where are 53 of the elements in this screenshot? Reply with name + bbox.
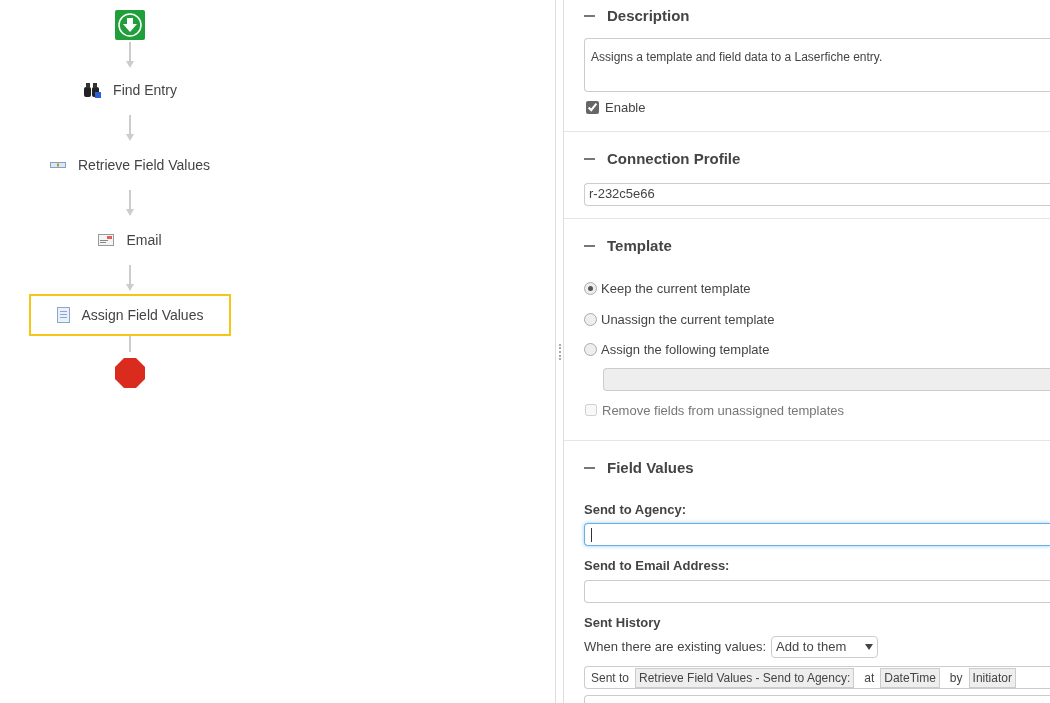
activity-label: Assign Field Values xyxy=(81,305,204,325)
enable-checkbox[interactable] xyxy=(586,100,599,114)
connector-arrow xyxy=(126,189,134,216)
start-icon[interactable] xyxy=(115,10,145,40)
section-title: Field Values xyxy=(607,458,694,478)
activity-label: Retrieve Field Values xyxy=(78,155,210,175)
collapse-icon[interactable] xyxy=(584,244,595,247)
activity-node[interactable]: Find Entry xyxy=(29,69,231,111)
checkbox-label: Remove fields from unassigned templates xyxy=(602,401,845,420)
description-field[interactable]: Assigns a template and field data to a Laserfiche entry. xyxy=(584,37,1050,92)
radio-label: Unassign the current template xyxy=(601,310,775,329)
token-text: Sent to xyxy=(590,669,630,687)
binoculars-icon xyxy=(83,82,102,98)
existing-values-label: When there are existing values: xyxy=(584,638,767,657)
field-label: Send to Agency: xyxy=(584,500,688,519)
sent-history-field[interactable]: Sent to Retrieve Field Values - Send to Agency: at DateTime by Initiator xyxy=(584,666,1050,689)
section-title: Template xyxy=(607,235,672,256)
token-text: by xyxy=(948,669,963,687)
radio-label: Assign the following template xyxy=(601,341,770,359)
text-field[interactable] xyxy=(584,579,1050,603)
envelope-icon xyxy=(98,234,115,246)
activity-label: Email xyxy=(126,230,162,250)
token-text: at xyxy=(863,669,875,687)
variable-token[interactable]: Initiator xyxy=(968,667,1016,688)
radio-label: Keep the current template xyxy=(601,280,751,298)
text-field[interactable] xyxy=(584,523,1050,546)
connection-profile-field[interactable]: r-232c5e66 xyxy=(584,182,1050,206)
stop-icon[interactable] xyxy=(114,357,146,389)
existing-values-dropdown[interactable]: Add to them xyxy=(771,636,879,658)
section-title: Description xyxy=(607,6,690,26)
activity-node[interactable]: Assign Field Values xyxy=(29,294,231,336)
radio-button[interactable] xyxy=(584,343,597,357)
collapse-icon[interactable] xyxy=(584,158,595,161)
variable-token[interactable]: Retrieve Field Values - Send to Agency: xyxy=(635,667,855,688)
radio-button[interactable] xyxy=(584,312,597,326)
connector-arrow xyxy=(126,264,134,291)
checkbox-label: Enable xyxy=(605,98,646,117)
section-title: Connection Profile xyxy=(607,149,741,169)
field-icon xyxy=(50,162,66,168)
radio-button[interactable] xyxy=(584,282,597,296)
field-label: Sent History xyxy=(584,613,662,632)
field-label: Send to Email Address: xyxy=(584,557,731,575)
dropdown-caret-icon xyxy=(865,644,874,650)
activity-node[interactable]: Email xyxy=(29,219,231,261)
variable-token[interactable]: DateTime xyxy=(880,667,940,688)
activity-label: Find Entry xyxy=(113,80,177,100)
collapse-icon[interactable] xyxy=(584,467,595,470)
activity-node[interactable]: Retrieve Field Values xyxy=(29,144,231,186)
collapse-icon[interactable] xyxy=(584,15,595,18)
resize-handle-icon[interactable] xyxy=(558,343,561,360)
document-icon xyxy=(56,307,70,323)
connector-arrow xyxy=(126,114,134,141)
connector-arrow xyxy=(126,41,134,68)
